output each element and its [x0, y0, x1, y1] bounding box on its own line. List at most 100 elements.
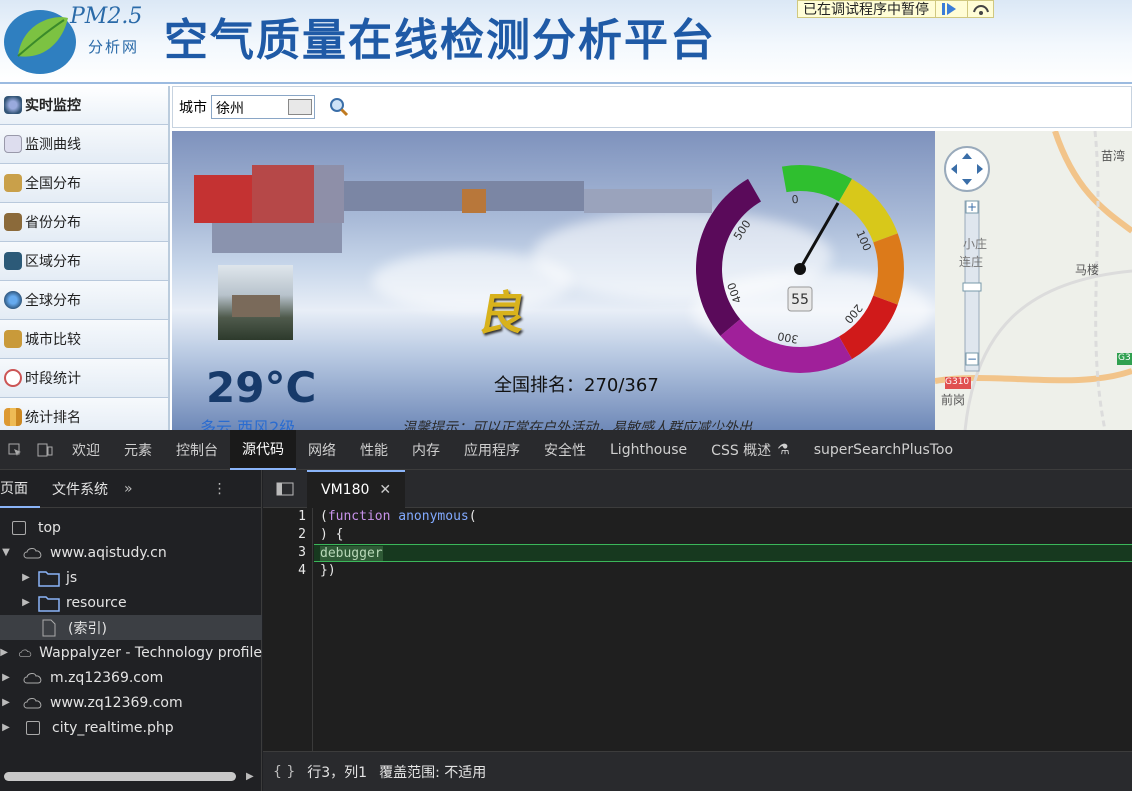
resume-icon	[941, 3, 956, 15]
sidebar-item-ranking[interactable]: 统计排名	[0, 398, 170, 430]
sidebar-item-realtime[interactable]: 实时监控	[0, 86, 170, 125]
inspect-element-icon[interactable]	[0, 430, 30, 470]
toggle-navigator-icon[interactable]	[263, 482, 307, 496]
tab-application[interactable]: 应用程序	[452, 430, 532, 470]
tree-item-label: top	[38, 519, 61, 536]
paused-label: 已在调试程序中暂停	[803, 2, 929, 18]
step-over-button[interactable]	[967, 0, 993, 18]
line-number[interactable]: 1	[263, 508, 312, 526]
tab-security[interactable]: 安全性	[532, 430, 598, 470]
province-icon	[4, 213, 22, 231]
tab-elements[interactable]: 元素	[112, 430, 164, 470]
clock-icon	[4, 369, 22, 387]
tab-filesystem[interactable]: 文件系统	[52, 470, 120, 508]
sidebar-item-label: 监测曲线	[25, 137, 81, 153]
paused-in-debugger-banner: 已在调试程序中暂停	[797, 0, 994, 18]
tab-performance[interactable]: 性能	[348, 430, 400, 470]
tree-item-m-zq12369[interactable]: ▶ m.zq12369.com	[0, 665, 262, 690]
sidebar-nav: 实时监控 监测曲线 全国分布 省份分布 区域分布 全球分布 城市比较 时段统计 …	[0, 86, 170, 430]
tree-item-aqistudy[interactable]: ▼ www.aqistudy.cn	[0, 540, 262, 565]
flask-icon: ⚗	[777, 441, 790, 458]
line-number[interactable]: 4	[263, 562, 312, 580]
tab-supersearch[interactable]: superSearchPlusToo	[802, 430, 965, 470]
navigator-tabs: 页面 文件系统 » ⋮	[0, 470, 261, 508]
code-line: })	[320, 563, 336, 578]
devtools-panel: 欢迎 元素 控制台 源代码 网络 性能 内存 应用程序 安全性 Lighthou…	[0, 429, 1132, 791]
sidebar-item-label: 区域分布	[25, 254, 81, 270]
tab-css-overview-label: CSS 概述	[711, 442, 772, 459]
line-number[interactable]: 3	[263, 544, 312, 562]
tree-item-label: city_realtime.php	[52, 719, 174, 736]
map-label-malou: 马楼	[1075, 263, 1100, 277]
sidebar-item-curve[interactable]: 监测曲线	[0, 125, 170, 164]
search-icon[interactable]	[329, 97, 349, 117]
calendar-icon[interactable]	[288, 99, 312, 115]
collapse-triangle-icon[interactable]: ▶	[0, 672, 12, 683]
tree-item-top[interactable]: top	[0, 515, 262, 540]
gauge-band-unhealthy-sensitive	[873, 233, 904, 305]
devtools-tabbar: 欢迎 元素 控制台 源代码 网络 性能 内存 应用程序 安全性 Lighthou…	[0, 429, 1132, 470]
collapse-triangle-icon[interactable]: ▶	[0, 722, 12, 733]
sidebar-item-label: 城市比较	[25, 332, 81, 348]
gauge-band-hazardous	[696, 178, 761, 336]
tab-lighthouse[interactable]: Lighthouse	[598, 430, 699, 470]
frame-icon	[26, 720, 40, 735]
file-tab-vm180[interactable]: VM180 ✕	[307, 469, 406, 508]
tree-item-resource[interactable]: ▶ resource	[0, 590, 262, 615]
gauge-band-unhealthy	[839, 295, 898, 360]
temperature: 29°C	[206, 363, 317, 412]
scroll-right-icon[interactable]: ▶	[246, 771, 254, 782]
sidebar-item-national[interactable]: 全国分布	[0, 164, 170, 203]
pretty-print-icon[interactable]: { }	[273, 764, 295, 780]
close-icon[interactable]: ✕	[379, 482, 391, 498]
tab-page[interactable]: 页面	[0, 470, 40, 508]
more-tabs-icon[interactable]: »	[124, 481, 133, 497]
aqi-gauge: 0100200300400500 55	[696, 165, 904, 373]
city-map[interactable]: + − 马楼 前岗 G310 G3 小庄 连庄 苗湾	[935, 131, 1132, 430]
code-line: ) {	[320, 527, 344, 542]
cloud-icon	[23, 547, 42, 558]
line-number[interactable]: 2	[263, 526, 312, 544]
collapse-triangle-icon[interactable]: ▶	[0, 697, 12, 708]
tree-item-js[interactable]: ▶ js	[0, 565, 262, 590]
tab-memory[interactable]: 内存	[400, 430, 452, 470]
navigator-scrollbar[interactable]: ▶	[0, 768, 262, 784]
tree-item-wappalyzer[interactable]: ▶ Wappalyzer - Technology profile	[0, 640, 262, 665]
city-photo-building	[232, 295, 280, 317]
collapse-triangle-icon[interactable]: ▶	[20, 572, 32, 583]
tab-network[interactable]: 网络	[296, 430, 348, 470]
tree-item-label: (索引)	[68, 620, 107, 637]
tree-item-label: m.zq12369.com	[50, 669, 164, 686]
sidebar-item-region[interactable]: 区域分布	[0, 242, 170, 281]
expand-triangle-icon[interactable]: ▼	[0, 547, 12, 558]
gauge-band-moderate	[839, 178, 898, 243]
tree-item-label: js	[66, 569, 78, 586]
resume-button[interactable]	[935, 0, 961, 18]
city-input[interactable]: 徐州	[211, 95, 315, 119]
code-area[interactable]: (function anonymous( ) { debugger })	[314, 508, 1132, 751]
tab-css-overview[interactable]: CSS 概述 ⚗	[699, 430, 802, 470]
tree-item-www-zq12369[interactable]: ▶ www.zq12369.com	[0, 690, 262, 715]
tree-item-city-realtime[interactable]: ▶ city_realtime.php	[0, 715, 262, 740]
collapse-triangle-icon[interactable]: ▶	[20, 597, 32, 608]
sidebar-item-province[interactable]: 省份分布	[0, 203, 170, 242]
hint-text: 温馨提示：可以正常在户外活动，易敏感人群应减少外出	[402, 420, 752, 430]
sidebar-item-global[interactable]: 全球分布	[0, 281, 170, 320]
tab-welcome[interactable]: 欢迎	[60, 430, 112, 470]
collapse-triangle-icon[interactable]: ▶	[0, 647, 8, 658]
svg-text:−: −	[967, 352, 977, 366]
sidebar-item-compare[interactable]: 城市比较	[0, 320, 170, 359]
sidebar-item-label: 时段统计	[25, 371, 81, 387]
device-toolbar-icon[interactable]	[30, 430, 60, 470]
tab-sources[interactable]: 源代码	[230, 429, 296, 470]
tree-item-index[interactable]: (索引)	[0, 615, 262, 640]
map-label-lianzhuang: 连庄	[959, 255, 984, 269]
sidebar-item-period[interactable]: 时段统计	[0, 359, 170, 398]
tree-item-label: www.zq12369.com	[50, 694, 183, 711]
scrollbar-thumb[interactable]	[4, 771, 236, 781]
tab-console[interactable]: 控制台	[164, 430, 230, 470]
realtime-panel: 29°C 多云 西风2级 良 全国排名：270/367 温馨提示：可以正常在户外…	[172, 131, 935, 430]
more-options-icon[interactable]: ⋮	[213, 481, 227, 497]
step-over-icon	[972, 5, 989, 15]
sidebar-item-label: 全球分布	[25, 293, 81, 309]
